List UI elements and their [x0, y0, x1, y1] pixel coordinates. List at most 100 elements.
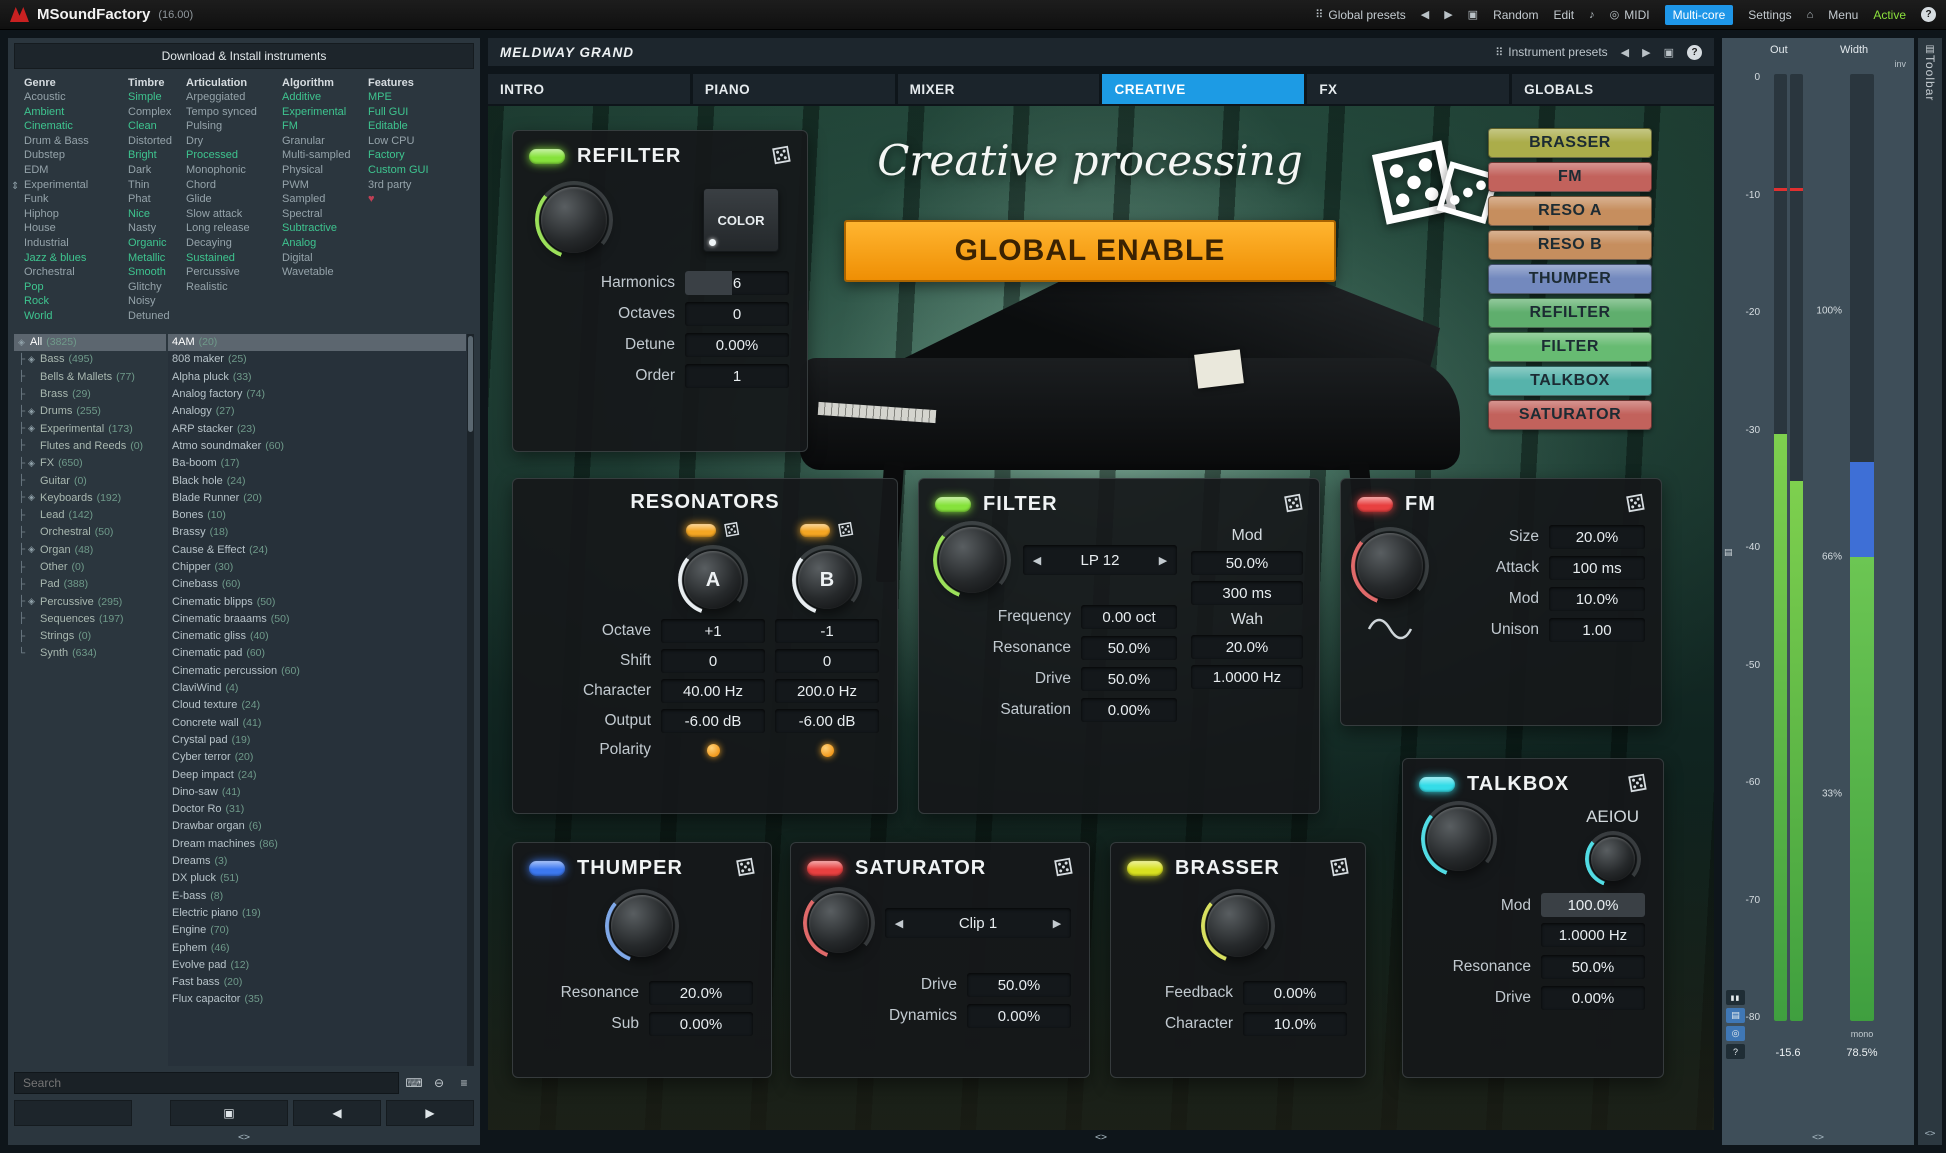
filter-tag[interactable]: Bright: [128, 148, 186, 163]
preset-folder-item[interactable]: Doctor Ro (31): [168, 801, 466, 818]
filter-tag[interactable]: Orchestral: [24, 265, 128, 280]
preset-folder-item[interactable]: DX pluck (51): [168, 870, 466, 887]
category-item[interactable]: FX (650): [14, 455, 166, 472]
filter-tag[interactable]: Sampled: [282, 192, 368, 207]
home-icon[interactable]: [1807, 9, 1814, 21]
fm-enable-led[interactable]: [1357, 497, 1393, 512]
saturator-shape-next-arrow[interactable]: [1043, 917, 1071, 930]
sine-wave-icon[interactable]: [1367, 617, 1413, 641]
list-view-icon[interactable]: [454, 1076, 474, 1090]
expand-icon[interactable]: [28, 458, 40, 469]
preset-folder-item[interactable]: Analog factory (74): [168, 385, 466, 402]
filter-tag[interactable]: Rock: [24, 294, 128, 309]
resonator-a-dice-icon[interactable]: [722, 519, 741, 542]
preset-prev-button[interactable]: [1421, 8, 1429, 21]
preset-folder-item[interactable]: 4AM (20): [168, 334, 466, 351]
filter-tag[interactable]: Phat: [128, 192, 186, 207]
pause-button[interactable]: [1726, 990, 1745, 1005]
filter-tag[interactable]: Ambient: [24, 105, 128, 120]
thumper-randomize-dice-icon[interactable]: [734, 854, 757, 883]
random-button[interactable]: Random: [1493, 8, 1538, 22]
preset-folder-item[interactable]: ARP stacker (23): [168, 420, 466, 437]
fm-knob[interactable]: [1357, 533, 1423, 599]
filter-tag[interactable]: Digital: [282, 251, 368, 266]
param-value[interactable]: 0.00%: [1541, 986, 1645, 1010]
window-button[interactable]: [1726, 1008, 1745, 1023]
category-item[interactable]: Orchestral (50): [14, 524, 166, 541]
refilter-color-button[interactable]: COLOR: [703, 188, 779, 252]
instrument-next-button[interactable]: [1642, 46, 1650, 59]
filter-tag[interactable]: Processed: [186, 148, 282, 163]
filter-tag[interactable]: Chord: [186, 178, 282, 193]
resonator-b-knob[interactable]: B: [798, 551, 856, 609]
filter-tag[interactable]: Physical: [282, 163, 368, 178]
preset-folder-item[interactable]: Deep impact (24): [168, 766, 466, 783]
talkbox-mod-rate[interactable]: 1.0000 Hz: [1541, 923, 1645, 947]
preset-folder-item[interactable]: Dreams (3): [168, 852, 466, 869]
toolbar-label[interactable]: Toolbar: [1923, 55, 1937, 1128]
filter-tag[interactable]: Dry: [186, 134, 282, 149]
resonator-b-value[interactable]: -1: [775, 619, 879, 643]
module-button[interactable]: FILTER: [1488, 332, 1652, 362]
filter-tag[interactable]: Nice: [128, 207, 186, 222]
filter-tag[interactable]: Long release: [186, 221, 282, 236]
resonator-a-enable-led[interactable]: [686, 524, 716, 537]
category-item[interactable]: Organ (48): [14, 541, 166, 558]
param-value[interactable]: 10.0%: [1243, 1012, 1347, 1036]
refilter-knob[interactable]: [541, 187, 607, 253]
resonator-a-value[interactable]: 0: [661, 649, 765, 673]
param-value[interactable]: 50.0%: [967, 973, 1071, 997]
module-button[interactable]: TALKBOX: [1488, 366, 1652, 396]
preset-folder-item[interactable]: Cyber terror (20): [168, 749, 466, 766]
talkbox-enable-led[interactable]: [1419, 777, 1455, 792]
settings-button[interactable]: Settings: [1748, 8, 1791, 22]
preset-folder-item[interactable]: Crystal pad (19): [168, 731, 466, 748]
resonator-a-value[interactable]: -6.00 dB: [661, 709, 765, 733]
filter-randomize-dice-icon[interactable]: [1282, 490, 1305, 519]
global-enable-button[interactable]: GLOBAL ENABLE: [844, 220, 1336, 282]
filter-tag[interactable]: Noisy: [128, 294, 186, 309]
preset-folder-item[interactable]: ClaviWind (4): [168, 679, 466, 696]
filter-tag[interactable]: Pop: [24, 280, 128, 295]
filter-tag[interactable]: Spectral: [282, 207, 368, 222]
module-button[interactable]: BRASSER: [1488, 128, 1652, 158]
filter-tag[interactable]: Industrial: [24, 236, 128, 251]
filter-tag[interactable]: ♥: [368, 192, 434, 207]
param-value[interactable]: 50.0%: [1081, 667, 1177, 691]
param-value[interactable]: 0.00%: [1081, 698, 1177, 722]
preset-folder-item[interactable]: Bones (10): [168, 506, 466, 523]
filter-tag[interactable]: FM: [282, 119, 368, 134]
category-item[interactable]: Synth (634): [14, 645, 166, 662]
toolbar-icon[interactable]: [1925, 44, 1934, 55]
expand-icon[interactable]: [18, 337, 30, 348]
tab[interactable]: MIXER: [898, 74, 1100, 104]
filter-type-prev-arrow[interactable]: [1023, 554, 1051, 567]
filter-tag[interactable]: Smooth: [128, 265, 186, 280]
module-button[interactable]: FM: [1488, 162, 1652, 192]
keyboard-icon[interactable]: [404, 1076, 424, 1090]
preset-folder-item[interactable]: Cinematic braaams (50): [168, 610, 466, 627]
resonator-b-polarity-led[interactable]: [821, 744, 834, 757]
browser-next-button[interactable]: [386, 1100, 474, 1126]
refilter-randomize-dice-icon[interactable]: [770, 142, 793, 171]
filter-tag[interactable]: Tempo synced: [186, 105, 282, 120]
favorites-button[interactable]: [14, 1100, 132, 1126]
filter-tag[interactable]: Sustained: [186, 251, 282, 266]
param-value[interactable]: 1.00: [1549, 618, 1645, 642]
param-value[interactable]: 20.0%: [1549, 525, 1645, 549]
download-install-button[interactable]: Download & Install instruments: [14, 43, 474, 69]
preset-folder-item[interactable]: Alpha pluck (33): [168, 368, 466, 385]
preset-folder-item[interactable]: Dream machines (86): [168, 835, 466, 852]
param-value[interactable]: 50.0%: [1081, 636, 1177, 660]
category-item[interactable]: Other (0): [14, 558, 166, 575]
category-item[interactable]: Strings (0): [14, 628, 166, 645]
filter-mod-time[interactable]: 300 ms: [1191, 581, 1303, 605]
filter-tag[interactable]: Glide: [186, 192, 282, 207]
filter-tag[interactable]: Experimental: [282, 105, 368, 120]
instrument-help-button[interactable]: ?: [1687, 45, 1702, 60]
param-value[interactable]: 10.0%: [1549, 587, 1645, 611]
browser-prev-button[interactable]: [293, 1100, 381, 1126]
preset-folder-item[interactable]: Ephem (46): [168, 939, 466, 956]
filter-tag[interactable]: Additive: [282, 90, 368, 105]
param-value[interactable]: 0.00 oct: [1081, 605, 1177, 629]
